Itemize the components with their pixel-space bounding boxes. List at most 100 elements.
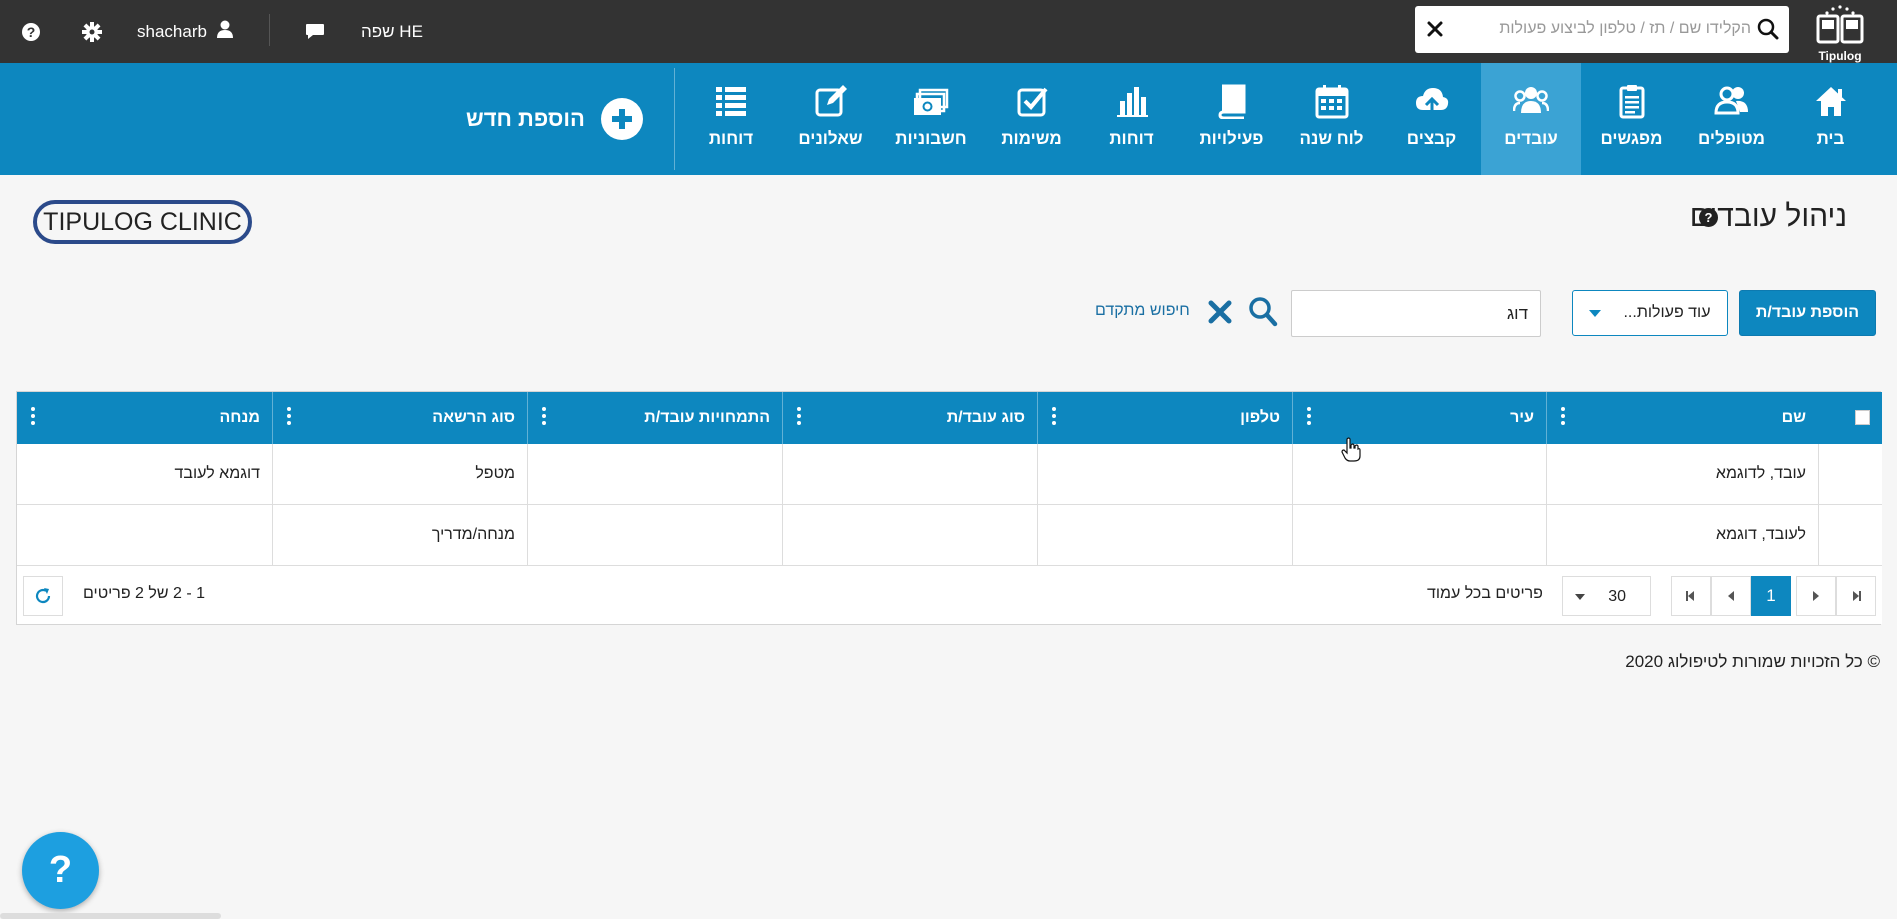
cell-employee-type [782,444,1037,504]
nav-label: מטופלים [1697,129,1765,148]
employees-icon [1513,87,1549,113]
column-menu-icon[interactable] [287,407,291,427]
help-fab-button[interactable]: ? [22,832,99,909]
help-question-icon[interactable]: ? [21,0,41,63]
column-header-city[interactable]: עיר [1292,392,1546,444]
refresh-icon [35,588,51,604]
task-check-icon [1017,87,1048,117]
column-menu-icon[interactable] [1307,407,1311,427]
chat-bubble-icon[interactable] [305,0,325,63]
topbar-divider [269,14,270,46]
nav-item-invoices[interactable]: חשבוניות [881,63,981,175]
page-size-value: 30 [1608,588,1626,605]
money-icon [914,88,949,115]
main-nav: בית מטופלים מפגשים עובדים קבצים לוח שנה … [0,63,1897,175]
column-title: סוג הרשאה [432,409,515,426]
cell-city [1292,505,1546,565]
column-title: שם [1781,409,1806,426]
more-actions-dropdown[interactable]: עוד פעולות... [1572,290,1728,336]
nav-item-home[interactable]: בית [1781,63,1880,175]
nav-item-employees[interactable]: עובדים [1481,63,1581,175]
column-menu-icon[interactable] [1561,407,1565,427]
refresh-button[interactable] [23,576,63,616]
column-menu-icon[interactable] [797,407,801,427]
nav-item-files[interactable]: קבצים [1382,63,1481,175]
cloud-upload-icon [1415,88,1448,115]
column-menu-icon[interactable] [1052,407,1056,427]
patients-icon [1713,86,1748,115]
advanced-search-link[interactable]: חיפוש מתקדם [1095,302,1190,320]
user-menu[interactable]: shacharb [137,0,233,63]
cell-phone [1037,444,1292,504]
column-header-permission-type[interactable]: סוג הרשאה [272,392,527,444]
add-new-button[interactable]: הוספת חדש [466,97,643,141]
column-header-employee-type[interactable]: סוג עובד/ת [782,392,1037,444]
nav-label: שאלונים [798,129,863,148]
tipulog-logo[interactable]: Tipulog [1805,4,1875,63]
column-header-phone[interactable]: טלפון [1037,392,1292,444]
cell-specialties [527,505,782,565]
select-all-checkbox[interactable] [1855,410,1870,425]
prev-page-button[interactable] [1796,576,1836,616]
nav-item-tasks[interactable]: משימות [982,63,1081,175]
search-icon[interactable] [1757,18,1779,45]
nav-label: עובדים [1504,129,1558,148]
caret-down-icon [1589,309,1602,317]
cell-select[interactable] [1818,505,1882,565]
logo-text: Tipulog [1818,49,1862,63]
cell-phone [1037,505,1292,565]
table-row[interactable]: עובד, לדוגמא מטפל דוגמא לעובד [17,444,1882,505]
global-search [1415,6,1789,53]
nav-label: משימות [1001,129,1062,148]
cell-specialties [527,444,782,504]
column-header-specialties[interactable]: התמחויות עובד/ת [527,392,782,444]
nav-item-patients[interactable]: מטופלים [1682,63,1781,175]
plus-circle-icon [600,98,643,140]
triangle-left-icon [1728,591,1734,601]
first-page-icon [1853,591,1861,601]
column-title: התמחויות עובד/ת [644,409,770,426]
global-search-input[interactable] [1451,10,1751,48]
page-size-label: פריטים בכל עמוד [1427,585,1543,602]
add-new-label: הוספת חדש [466,106,585,131]
nav-item-calendar[interactable]: לוח שנה [1282,63,1381,175]
table-row[interactable]: לעובד, דוגמא מנחה/מדריך [17,505,1882,566]
footer-copyright: © כל הזכויות שמורות לטיפולוג 2020 [1625,652,1880,671]
hand-cursor-icon [1341,437,1361,463]
triangle-right-icon [1813,591,1819,601]
employees-grid: שם עיר טלפון סוג עובד/ת התמחויות עובד/ת … [16,391,1882,625]
clinic-logo: TIPULOG CLINIC [33,200,252,244]
nav-item-sessions[interactable]: מפגשים [1582,63,1681,175]
nav-item-reports-list[interactable]: דוחות [682,63,780,175]
nav-item-reports[interactable]: דוחות [1082,63,1181,175]
close-icon[interactable] [1423,17,1447,41]
nav-label: דוחות [1109,129,1154,148]
column-header-supervisor[interactable]: מנחה [17,392,272,444]
column-header-name[interactable]: שם [1546,392,1818,444]
nav-item-activities[interactable]: פעילויות [1182,63,1281,175]
cell-select[interactable] [1818,444,1882,504]
help-question-icon[interactable]: ? [1699,208,1718,227]
cell-text: לעובד, דוגמא [1716,526,1806,543]
first-page-button[interactable] [1836,576,1876,616]
book-icon [1217,84,1245,119]
gear-icon[interactable] [81,0,103,63]
user-icon [216,20,233,43]
nav-item-questionnaires[interactable]: שאלונים [781,63,880,175]
clear-icon[interactable] [1207,298,1233,326]
cell-text: מטפל [475,465,515,482]
add-employee-button[interactable]: הוספת עובד/ת [1739,290,1876,336]
next-page-button[interactable] [1711,576,1751,616]
last-page-button[interactable] [1671,576,1711,616]
horizontal-scrollbar[interactable] [0,913,221,919]
column-menu-icon[interactable] [542,407,546,427]
nav-label: מפגשים [1600,129,1663,148]
language-selector[interactable]: שפה HE [361,0,423,63]
search-icon[interactable] [1248,296,1278,328]
page-button-current[interactable]: 1 [1751,576,1791,616]
tipulog-logo-icon [1816,5,1864,44]
column-menu-icon[interactable] [31,407,35,427]
page-size-select[interactable]: 30 [1562,576,1651,616]
cell-supervisor [17,505,272,565]
employee-search-input[interactable] [1291,290,1541,337]
